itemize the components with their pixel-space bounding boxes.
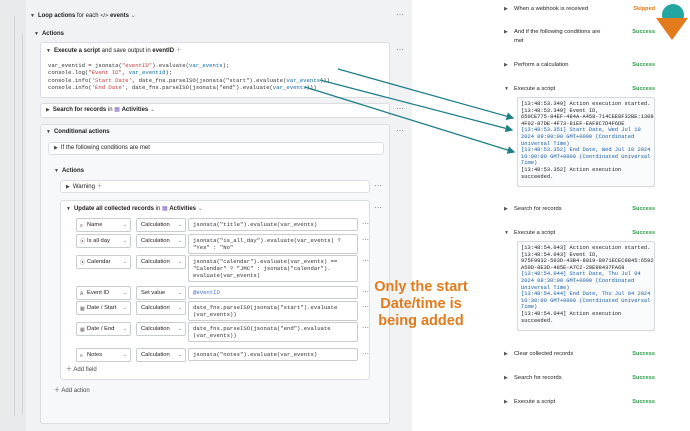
arrow-end-date [304, 86, 516, 154]
arrow-start-date [319, 79, 514, 133]
toggle-panel-icon[interactable] [656, 18, 688, 40]
screenshot-root: { "loop": {"label": "Loop actions", "for… [0, 0, 690, 431]
arrow-event-id [337, 68, 515, 121]
annotation-arrows [304, 68, 516, 154]
